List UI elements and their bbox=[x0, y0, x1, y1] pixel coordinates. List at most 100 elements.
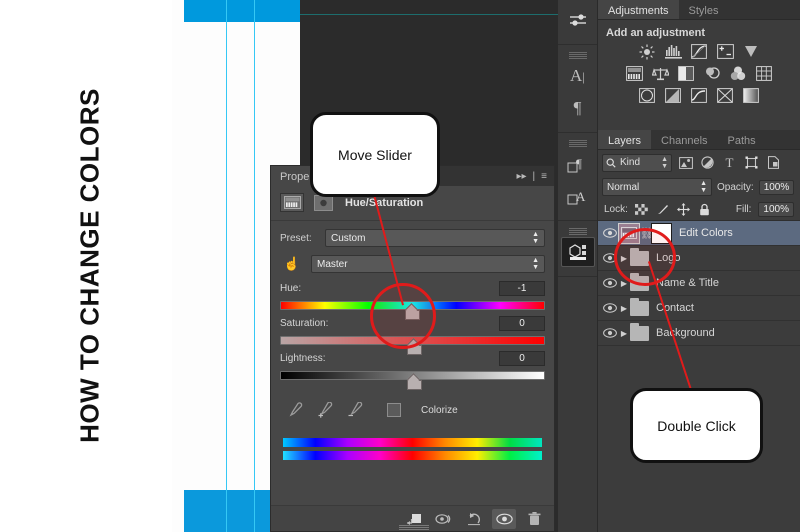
dock-group-type: A| ¶ bbox=[558, 45, 597, 133]
panel-icon-dock[interactable]: A| ¶ ¶ A bbox=[558, 0, 598, 532]
dock-grip-type[interactable] bbox=[569, 52, 587, 57]
selective-color-icon[interactable] bbox=[715, 87, 735, 104]
tab-layers[interactable]: Layers bbox=[598, 130, 651, 149]
channel-row: ☝ Master ▲▼ bbox=[271, 255, 554, 281]
channel-select[interactable]: Master ▲▼ bbox=[311, 255, 545, 273]
3d-panel-icon[interactable] bbox=[561, 237, 595, 267]
type-layers-icon[interactable]: T bbox=[721, 154, 738, 171]
layer-visibility-icon[interactable] bbox=[602, 228, 618, 238]
layer-visibility-icon[interactable] bbox=[602, 303, 618, 313]
delete-icon[interactable] bbox=[522, 509, 546, 529]
adjustment-row-1 bbox=[606, 43, 792, 60]
color-balance-icon[interactable] bbox=[650, 65, 670, 82]
levels-icon[interactable] bbox=[663, 43, 683, 60]
photo-filter-icon[interactable] bbox=[702, 65, 722, 82]
callout-label: Move Slider bbox=[338, 147, 412, 163]
lock-transparency-icon[interactable] bbox=[635, 203, 649, 217]
lightness-slider-track[interactable] bbox=[280, 371, 545, 380]
preset-value: Custom bbox=[331, 233, 365, 244]
layer-row-background[interactable]: ▶ Background bbox=[598, 321, 800, 346]
lock-image-icon[interactable] bbox=[656, 203, 670, 217]
toggle-visibility-icon[interactable] bbox=[492, 509, 516, 529]
chevron-right-icon[interactable]: ▶ bbox=[618, 304, 630, 313]
channel-mixer-icon[interactable] bbox=[728, 65, 748, 82]
layer-name: Background bbox=[649, 327, 715, 339]
canvas-guide-2 bbox=[254, 0, 255, 532]
layer-filter-row: Kind ▲▼ T bbox=[598, 150, 800, 175]
curves-icon[interactable] bbox=[689, 43, 709, 60]
saturation-value[interactable]: 0 bbox=[499, 316, 545, 331]
layers-tabbar[interactable]: Layers Channels Paths bbox=[598, 130, 800, 150]
hue-saturation-icon[interactable] bbox=[624, 65, 644, 82]
panel-resize-grip[interactable] bbox=[399, 525, 429, 529]
lock-label: Lock: bbox=[604, 204, 628, 215]
tab-styles[interactable]: Styles bbox=[679, 0, 729, 19]
adjustment-icon-grid[interactable] bbox=[598, 43, 800, 104]
eyedropper-add-icon[interactable] bbox=[317, 402, 333, 418]
gradient-map-icon[interactable] bbox=[741, 87, 761, 104]
opacity-label: Opacity: bbox=[717, 182, 754, 193]
chevron-right-icon[interactable]: ▶ bbox=[618, 329, 630, 338]
adjustments-tabbar[interactable]: Adjustments Styles bbox=[598, 0, 800, 20]
panel-menu-icon[interactable]: ≡ bbox=[541, 171, 547, 182]
opacity-value[interactable]: 100% bbox=[759, 180, 795, 195]
lock-position-icon[interactable] bbox=[677, 203, 691, 217]
adjustments-panel: Adjustments Styles Add an adjustment bbox=[598, 0, 800, 130]
lightness-value[interactable]: 0 bbox=[499, 351, 545, 366]
tab-adjustments[interactable]: Adjustments bbox=[598, 0, 679, 19]
brightness-contrast-icon[interactable] bbox=[637, 43, 657, 60]
output-hue-ramp[interactable] bbox=[283, 451, 542, 460]
blend-mode-row: Normal ▲▼ Opacity: 100% bbox=[598, 175, 800, 199]
lightness-slider-handle[interactable] bbox=[407, 377, 420, 388]
fill-label: Fill: bbox=[736, 204, 752, 215]
collapse-icon[interactable]: ▸▸ bbox=[517, 171, 527, 182]
annotation-circle-thumbnail bbox=[614, 228, 676, 286]
chevron-updown-icon: ▲▼ bbox=[532, 231, 539, 245]
toggle-previous-state-icon[interactable] bbox=[432, 509, 456, 529]
paragraph-styles-icon[interactable]: ¶ bbox=[561, 149, 595, 179]
colorize-checkbox[interactable] bbox=[387, 403, 401, 417]
adjustments-icon[interactable] bbox=[561, 5, 595, 35]
smart-object-icon[interactable] bbox=[765, 154, 782, 171]
blend-mode-select[interactable]: Normal ▲▼ bbox=[602, 178, 712, 196]
shape-layers-icon[interactable] bbox=[743, 154, 760, 171]
hue-value[interactable]: -1 bbox=[499, 281, 545, 296]
channel-value: Master bbox=[317, 259, 348, 270]
character-styles-icon[interactable]: A bbox=[561, 181, 595, 211]
hue-label: Hue: bbox=[280, 283, 301, 294]
threshold-icon[interactable] bbox=[689, 87, 709, 104]
dock-grip-3d[interactable] bbox=[569, 228, 587, 233]
canvas-guide-horizontal bbox=[300, 14, 558, 15]
pixel-layers-icon[interactable] bbox=[677, 154, 694, 171]
exposure-icon[interactable] bbox=[715, 43, 735, 60]
fill-value[interactable]: 100% bbox=[758, 202, 794, 217]
adjustment-row-3 bbox=[606, 87, 792, 104]
preset-select[interactable]: Custom ▲▼ bbox=[325, 229, 545, 247]
layer-row-contact[interactable]: ▶ Contact bbox=[598, 296, 800, 321]
layer-visibility-icon[interactable] bbox=[602, 278, 618, 288]
invert-icon[interactable] bbox=[637, 87, 657, 104]
on-image-adjust-icon[interactable]: ☝ bbox=[280, 256, 304, 272]
group-folder-icon bbox=[630, 326, 649, 341]
color-lookup-icon[interactable] bbox=[754, 65, 774, 82]
posterize-icon[interactable] bbox=[663, 87, 683, 104]
eyedropper-subtract-icon[interactable] bbox=[347, 402, 363, 418]
lock-all-icon[interactable] bbox=[698, 203, 712, 217]
black-white-icon[interactable] bbox=[676, 65, 696, 82]
vibrance-icon[interactable] bbox=[741, 43, 761, 60]
eyedropper-icon[interactable] bbox=[287, 402, 303, 418]
paragraph-icon[interactable]: ¶ bbox=[561, 93, 595, 123]
saturation-label: Saturation: bbox=[280, 318, 328, 329]
dock-group-3d bbox=[558, 221, 597, 277]
layer-visibility-icon[interactable] bbox=[602, 328, 618, 338]
properties-panel-controls[interactable]: ▸▸ | ≡ bbox=[517, 171, 555, 182]
colorize-label: Colorize bbox=[421, 405, 458, 416]
adjustment-layers-icon[interactable] bbox=[699, 154, 716, 171]
reset-icon[interactable] bbox=[462, 509, 486, 529]
tab-paths[interactable]: Paths bbox=[718, 130, 766, 149]
tab-channels[interactable]: Channels bbox=[651, 130, 717, 149]
filter-kind-select[interactable]: Kind ▲▼ bbox=[602, 154, 672, 172]
character-icon[interactable]: A| bbox=[561, 61, 595, 91]
dock-grip-styles[interactable] bbox=[569, 140, 587, 145]
preset-row: Preset: Custom ▲▼ bbox=[271, 229, 554, 255]
